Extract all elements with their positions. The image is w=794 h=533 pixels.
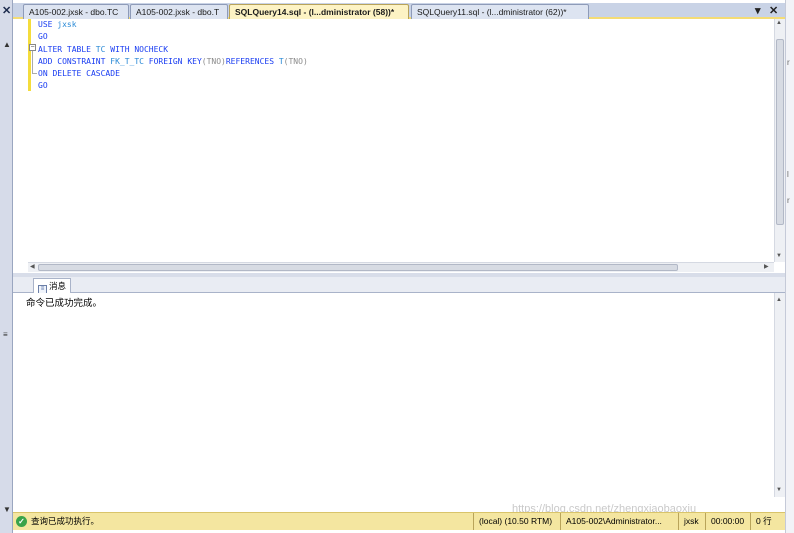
tab-sqlquery14[interactable]: SQLQuery14.sql - (l...dministrator (58))…: [229, 4, 409, 19]
status-server: (local) (10.50 RTM): [473, 513, 552, 530]
tab-label: SQLQuery11.sql - (l...dministrator (62))…: [417, 7, 567, 17]
code-line: ON DELETE CASCADE: [38, 68, 308, 80]
editor-vertical-scrollbar[interactable]: ▲ ▼: [774, 19, 785, 262]
tab-label: A105-002.jxsk - dbo.T: [136, 7, 220, 17]
result-message: 命令已成功完成。: [26, 298, 103, 309]
status-row-count: 0 行: [750, 513, 772, 530]
code-token: ON DELETE CASCADE: [38, 69, 120, 79]
code-token: GO: [38, 81, 48, 91]
scrollbar-thumb[interactable]: [38, 264, 678, 271]
tab-label: SQLQuery14.sql - (l...dministrator (58))…: [235, 7, 395, 17]
code-token: (TNO): [283, 56, 308, 66]
results-tab-bar: ≡ 消息: [13, 277, 785, 294]
status-elapsed-time: 00:00:00: [705, 513, 744, 530]
right-panel-edge: r l r: [785, 0, 794, 533]
code-token: FK_T_TC: [110, 56, 149, 66]
tab-label: A105-002.jxsk - dbo.TC: [29, 7, 119, 17]
tab-messages[interactable]: ≡ 消息: [33, 278, 72, 294]
code-token: ADD CONSTRAINT: [38, 56, 111, 66]
tab-messages-label: 消息: [49, 281, 67, 291]
scroll-up-arrow-icon[interactable]: ▲: [776, 20, 782, 26]
left-panel-edge: ✕ ▲ ≡ ▼: [0, 0, 13, 533]
right-edge-mark: r: [787, 196, 790, 205]
code-token: GO: [38, 32, 48, 42]
scroll-up-arrow-icon[interactable]: ▲: [3, 40, 11, 49]
status-database: jxsk: [678, 513, 699, 530]
close-icon[interactable]: ✕: [2, 4, 11, 17]
status-text: 查询已成功执行。: [31, 516, 100, 526]
tab-table-tc[interactable]: A105-002.jxsk - dbo.TC: [23, 4, 129, 19]
tab-table-t[interactable]: A105-002.jxsk - dbo.T: [130, 4, 228, 19]
collapse-toggle-icon[interactable]: −: [29, 44, 36, 51]
code-token: USE: [38, 20, 58, 29]
outline-guide-end: [32, 73, 37, 74]
scroll-down-arrow-icon[interactable]: ▼: [3, 505, 11, 514]
code-line: USE jxsk: [38, 19, 308, 31]
status-user: A105-002\Administrator...: [560, 513, 662, 530]
code-token: REFERENCES: [225, 56, 279, 66]
code-token: WITH NOCHECK: [110, 44, 169, 54]
code-token: TC: [95, 44, 111, 54]
right-edge-mark: r: [787, 58, 790, 67]
scrollbar-thumb[interactable]: [776, 39, 784, 225]
scroll-right-arrow-icon[interactable]: ▶: [764, 263, 769, 270]
code-line: GO: [38, 31, 308, 43]
changed-lines-marker: [28, 19, 31, 91]
code-token: ALTER TABLE: [38, 44, 96, 54]
code-line: ALTER TABLE TC WITH NOCHECK: [38, 44, 308, 56]
scroll-down-arrow-icon[interactable]: ▼: [776, 487, 782, 493]
success-check-icon: ✓: [16, 516, 27, 527]
status-bar: ✓ 查询已成功执行。 (local) (10.50 RTM) A105-002\…: [13, 512, 785, 530]
code-line: GO: [38, 80, 308, 92]
results-vertical-scrollbar[interactable]: ▲ ▼: [774, 293, 785, 497]
scroll-up-arrow-icon[interactable]: ▲: [776, 297, 782, 303]
tab-sqlquery11[interactable]: SQLQuery11.sql - (l...dministrator (62))…: [411, 4, 589, 19]
sql-code[interactable]: USE jxsk GO ALTER TABLE TC WITH NOCHECK ADD…: [38, 19, 308, 93]
code-line: ADD CONSTRAINT FK_T_TC FOREIGN KEY(TNO)R…: [38, 56, 308, 68]
right-edge-mark: l: [787, 170, 789, 179]
document-tab-bar: A105-002.jxsk - dbo.TC A105-002.jxsk - d…: [13, 3, 785, 19]
messages-pane[interactable]: 命令已成功完成。: [20, 293, 774, 497]
close-tab-icon[interactable]: ✕: [769, 4, 778, 17]
editor-horizontal-scrollbar[interactable]: ◀ ▶: [28, 262, 774, 272]
scroll-down-arrow-icon[interactable]: ▼: [776, 253, 782, 259]
scroll-left-arrow-icon[interactable]: ◀: [30, 263, 35, 270]
code-token: jxsk: [57, 20, 77, 29]
outline-guide: [32, 51, 33, 73]
resize-grip-icon[interactable]: ≡: [3, 330, 8, 339]
code-token: (TNO): [201, 56, 226, 66]
tab-list-dropdown-icon[interactable]: ▾: [755, 4, 761, 17]
code-token: FOREIGN KEY: [148, 56, 202, 66]
